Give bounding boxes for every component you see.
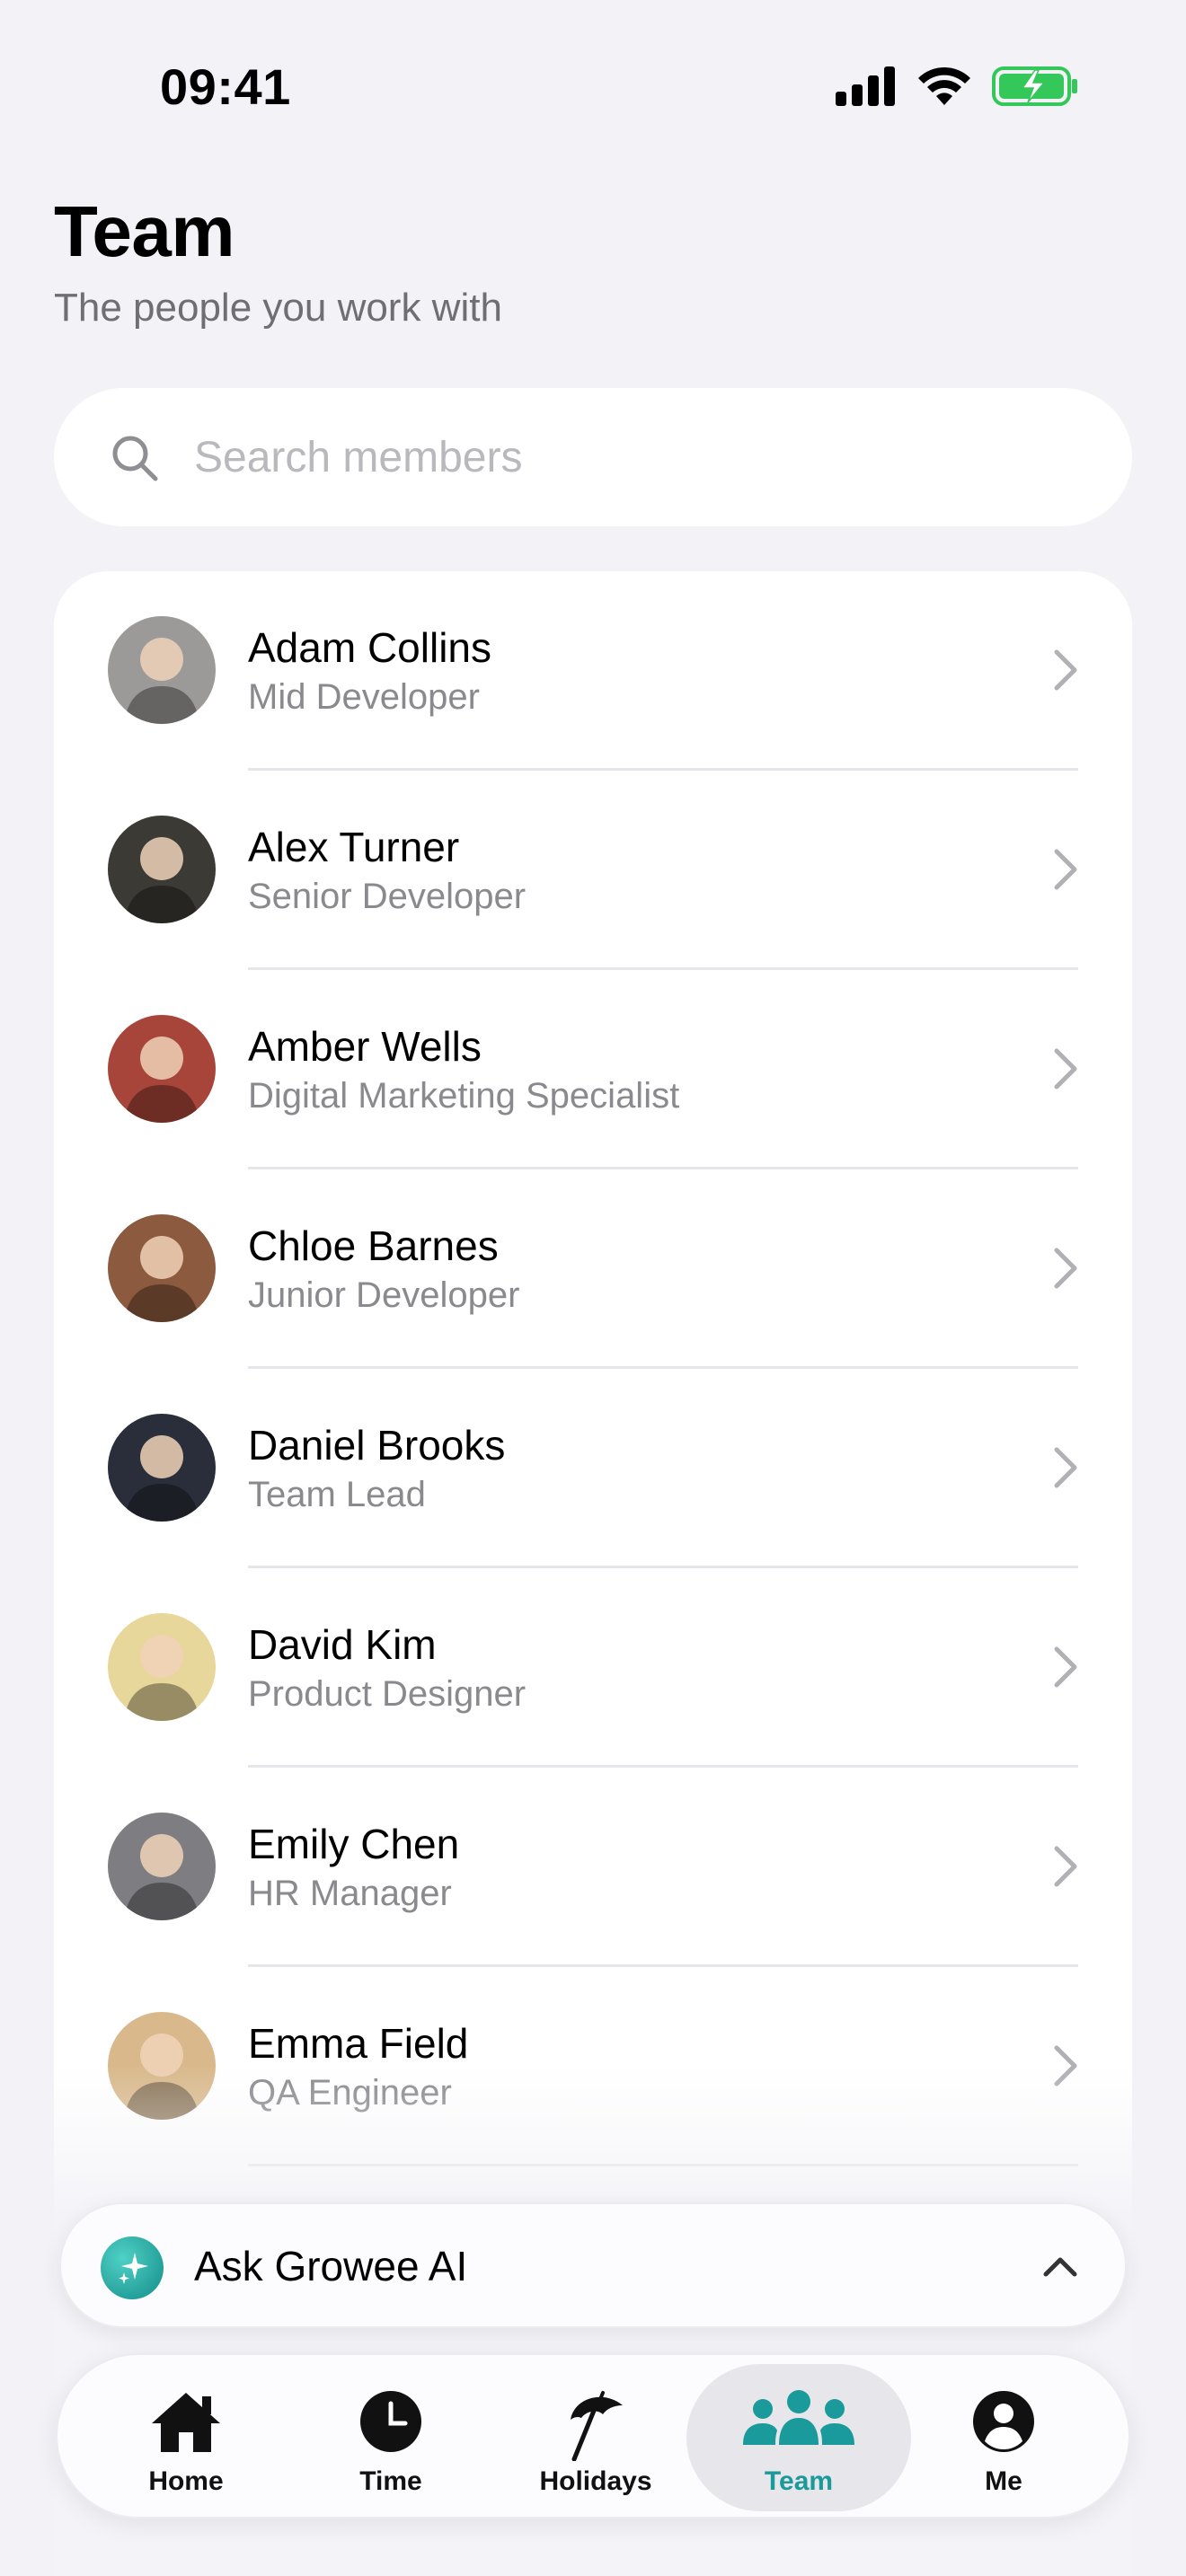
tab-team-label: Team [764,2466,834,2496]
member-name: Alex Turner [248,824,460,870]
tab-me[interactable]: Me [891,2364,1116,2511]
page-title: Team [54,191,235,271]
member-role: Digital Marketing Specialist [248,1076,680,1116]
member-row[interactable]: Emily Chen HR Manager [54,1768,1132,1967]
tab-holidays-label: Holidays [539,2466,652,2496]
member-role: Junior Developer [248,1275,520,1315]
chevron-right-icon [1054,1646,1077,1688]
chevron-right-icon [1054,1248,1077,1289]
tab-home[interactable]: Home [74,2364,298,2511]
member-name: Chloe Barnes [248,1222,499,1269]
member-row[interactable]: Amber Wells Digital Marketing Specialist [54,970,1132,1169]
cellular-signal-icon [836,66,895,106]
avatar [108,2012,216,2120]
member-name: Amber Wells [248,1023,482,1070]
chevron-right-icon [1054,649,1077,691]
clock-icon [360,2391,421,2452]
tab-me-label: Me [985,2466,1022,2496]
member-name: David Kim [248,1621,437,1668]
avatar [108,1414,216,1522]
people-icon [743,2390,854,2445]
search-box[interactable] [54,388,1132,526]
page-subtitle: The people you work with [54,286,502,330]
beach-umbrella-icon [571,2391,623,2461]
member-role: QA Engineer [248,2073,452,2113]
tab-bar: Home Time Holidays Team Me [56,2353,1130,2519]
member-role: HR Manager [248,1874,452,1913]
ask-ai-bar[interactable]: Ask Growee AI [59,2202,1127,2328]
chevron-up-icon[interactable] [1039,2245,1082,2289]
tab-time[interactable]: Time [279,2364,503,2511]
avatar [108,816,216,923]
avatar [108,1214,216,1322]
chevron-right-icon [1054,1846,1077,1887]
sparkle-icon [101,2236,164,2299]
member-row[interactable]: Daniel Brooks Team Lead [54,1369,1132,1568]
wifi-icon [918,66,970,105]
avatar [108,1813,216,1920]
tab-holidays[interactable]: Holidays [483,2364,708,2511]
member-row[interactable]: Emma Field QA Engineer [54,1967,1132,2166]
member-name: Emma Field [248,2020,469,2067]
member-role: Senior Developer [248,877,527,916]
search-input[interactable] [194,417,1093,498]
tab-team[interactable]: Team [686,2364,911,2511]
person-circle-icon [973,2391,1034,2452]
chevron-right-icon [1054,2045,1077,2086]
chevron-right-icon [1054,1048,1077,1090]
member-row[interactable]: Alex Turner Senior Developer [54,771,1132,970]
member-name: Daniel Brooks [248,1422,506,1469]
member-role: Product Designer [248,1674,527,1714]
member-row[interactable]: Chloe Barnes Junior Developer [54,1169,1132,1369]
member-row[interactable]: David Kim Product Designer [54,1568,1132,1768]
member-name: Adam Collins [248,624,491,671]
status-icons [836,65,1078,108]
chevron-right-icon [1054,1447,1077,1488]
status-bar: 09:41 [0,0,1186,171]
status-time: 09:41 [160,58,291,115]
chevron-right-icon [1054,849,1077,890]
tab-home-label: Home [148,2466,224,2496]
member-role: Mid Developer [248,677,480,717]
house-icon [152,2393,220,2452]
row-divider [248,2164,1078,2166]
avatar [108,1613,216,1721]
avatar [108,616,216,724]
member-name: Emily Chen [248,1821,460,1867]
search-icon [112,436,158,481]
battery-charging-icon [992,66,1077,106]
member-role: Team Lead [248,1475,426,1514]
member-row[interactable]: Adam Collins Mid Developer [54,571,1132,771]
ask-ai-label: Ask Growee AI [194,2243,468,2289]
tab-time-label: Time [359,2466,422,2496]
avatar [108,1015,216,1123]
